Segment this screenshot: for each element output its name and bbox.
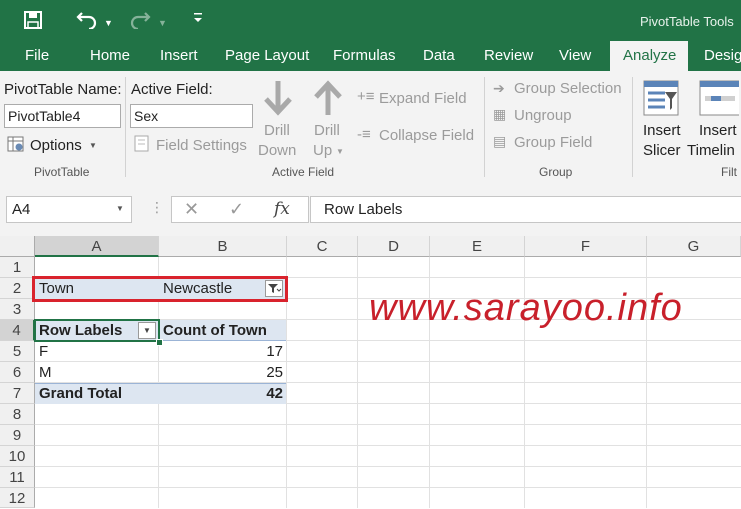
tab-data[interactable]: Data bbox=[423, 47, 455, 65]
group-selection-icon: ➔ bbox=[493, 80, 505, 96]
tab-formulas[interactable]: Formulas bbox=[333, 47, 396, 65]
drill-up-label-1[interactable]: Drill bbox=[314, 122, 340, 139]
row-header-12[interactable]: 12 bbox=[0, 488, 35, 508]
value-header[interactable]: Count of Town bbox=[163, 320, 285, 341]
enter-icon[interactable]: ✓ bbox=[229, 199, 244, 220]
pivot-item-value[interactable]: 17 bbox=[163, 341, 283, 362]
expand-field-icon: +≡ bbox=[357, 88, 375, 105]
watermark-text: www.sarayoo.info bbox=[369, 287, 683, 329]
tab-page-layout[interactable]: Page Layout bbox=[225, 47, 309, 65]
pivottable-group-label: PivotTable bbox=[34, 165, 90, 179]
active-cell-border bbox=[34, 319, 160, 342]
name-box-dropdown-icon[interactable]: ▼ bbox=[116, 204, 124, 213]
customize-qat-icon[interactable] bbox=[193, 12, 203, 30]
grand-total-value[interactable]: 42 bbox=[163, 383, 283, 404]
gridline bbox=[35, 424, 741, 425]
gridline bbox=[35, 466, 741, 467]
row-header-6[interactable]: 6 bbox=[0, 362, 35, 383]
row-header-8[interactable]: 8 bbox=[0, 404, 35, 425]
ungroup-icon: ▦ bbox=[493, 106, 507, 122]
drill-down-icon bbox=[262, 79, 294, 117]
gridline bbox=[35, 487, 741, 488]
insert-timeline-label-2[interactable]: Timelin bbox=[687, 142, 735, 159]
field-settings-icon bbox=[134, 135, 150, 153]
tab-design[interactable]: Desig bbox=[704, 47, 741, 65]
column-header-a[interactable]: A bbox=[35, 236, 159, 257]
active-field-input[interactable]: Sex bbox=[130, 104, 253, 128]
tab-insert[interactable]: Insert bbox=[160, 47, 198, 65]
pivot-item-value[interactable]: 25 bbox=[163, 362, 283, 383]
collapse-field-icon: -≡ bbox=[357, 126, 371, 143]
pivottable-name-label: PivotTable Name: bbox=[4, 81, 122, 98]
group-field-icon: ▤ bbox=[493, 133, 507, 149]
row-header-1[interactable]: 1 bbox=[0, 257, 35, 278]
drill-down-label-2[interactable]: Down bbox=[258, 142, 296, 159]
undo-dropdown-icon[interactable]: ▼ bbox=[104, 14, 113, 32]
select-all-corner[interactable] bbox=[0, 236, 35, 257]
options-dropdown-icon[interactable]: ▼ bbox=[89, 141, 97, 150]
row-header-9[interactable]: 9 bbox=[0, 425, 35, 446]
pivot-item-label[interactable]: M bbox=[39, 362, 149, 383]
field-settings-button[interactable]: Field Settings bbox=[156, 137, 247, 154]
column-header-b[interactable]: B bbox=[159, 236, 287, 257]
column-header-d[interactable]: D bbox=[358, 236, 430, 257]
insert-timeline-icon bbox=[699, 80, 739, 116]
formula-text: Row Labels bbox=[324, 201, 403, 218]
insert-slicer-icon bbox=[643, 80, 679, 116]
row-header-10[interactable]: 10 bbox=[0, 446, 35, 467]
options-button[interactable]: Options bbox=[30, 137, 82, 154]
group-selection-button[interactable]: Group Selection bbox=[514, 80, 622, 97]
filter-group-label: Filt bbox=[721, 165, 737, 179]
drill-down-label-1[interactable]: Drill bbox=[264, 122, 290, 139]
tab-home[interactable]: Home bbox=[90, 47, 130, 65]
row-header-3[interactable]: 3 bbox=[0, 299, 35, 320]
options-icon bbox=[7, 135, 25, 153]
group-separator bbox=[484, 77, 485, 177]
grand-total-label[interactable]: Grand Total bbox=[39, 383, 157, 404]
row-header-7[interactable]: 7 bbox=[0, 383, 35, 404]
fill-handle[interactable] bbox=[156, 339, 163, 346]
name-box-value: A4 bbox=[12, 201, 31, 218]
row-header-4[interactable]: 4 bbox=[0, 320, 35, 341]
formula-bar-grip-icon[interactable]: ⋮ bbox=[150, 199, 164, 216]
pivottable-name-input[interactable]: PivotTable4 bbox=[4, 104, 121, 128]
insert-slicer-label-2[interactable]: Slicer bbox=[643, 142, 681, 159]
group-field-button[interactable]: Group Field bbox=[514, 134, 592, 151]
undo-icon[interactable] bbox=[76, 9, 98, 32]
insert-function-button[interactable]: fx bbox=[274, 199, 290, 219]
redo-dropdown-icon[interactable]: ▼ bbox=[158, 14, 167, 32]
row-header-5[interactable]: 5 bbox=[0, 341, 35, 362]
insert-timeline-label-1[interactable]: Insert bbox=[699, 122, 737, 139]
pivot-item-label[interactable]: F bbox=[39, 341, 149, 362]
column-header-c[interactable]: C bbox=[287, 236, 358, 257]
group-separator bbox=[632, 77, 633, 177]
drill-up-icon bbox=[312, 79, 344, 117]
active-field-label: Active Field: bbox=[131, 81, 213, 98]
tab-file[interactable]: File bbox=[25, 47, 49, 65]
row-header-11[interactable]: 11 bbox=[0, 467, 35, 488]
tab-review[interactable]: Review bbox=[484, 47, 533, 65]
save-icon[interactable] bbox=[24, 11, 42, 32]
drill-up-dropdown-icon[interactable]: ▼ bbox=[336, 147, 344, 156]
expand-field-button[interactable]: Expand Field bbox=[379, 90, 467, 107]
drill-up-label-2[interactable]: Up bbox=[313, 142, 332, 159]
collapse-field-button[interactable]: Collapse Field bbox=[379, 127, 474, 144]
ungroup-button[interactable]: Ungroup bbox=[514, 107, 572, 124]
context-title: PivotTable Tools bbox=[640, 14, 734, 29]
tab-analyze-label[interactable]: Analyze bbox=[623, 47, 676, 65]
row-header-2[interactable]: 2 bbox=[0, 278, 35, 299]
column-header-e[interactable]: E bbox=[430, 236, 525, 257]
highlight-box bbox=[32, 276, 288, 302]
column-header-f[interactable]: F bbox=[525, 236, 647, 257]
column-header-g[interactable]: G bbox=[647, 236, 741, 257]
cancel-icon[interactable]: ✕ bbox=[184, 199, 199, 220]
gridline bbox=[35, 445, 741, 446]
tab-view[interactable]: View bbox=[559, 47, 591, 65]
group-separator bbox=[125, 77, 126, 177]
group-group-label: Group bbox=[539, 165, 573, 179]
redo-icon[interactable] bbox=[129, 9, 151, 32]
insert-slicer-label-1[interactable]: Insert bbox=[643, 122, 681, 139]
active-field-group-label: Active Field bbox=[272, 165, 335, 179]
